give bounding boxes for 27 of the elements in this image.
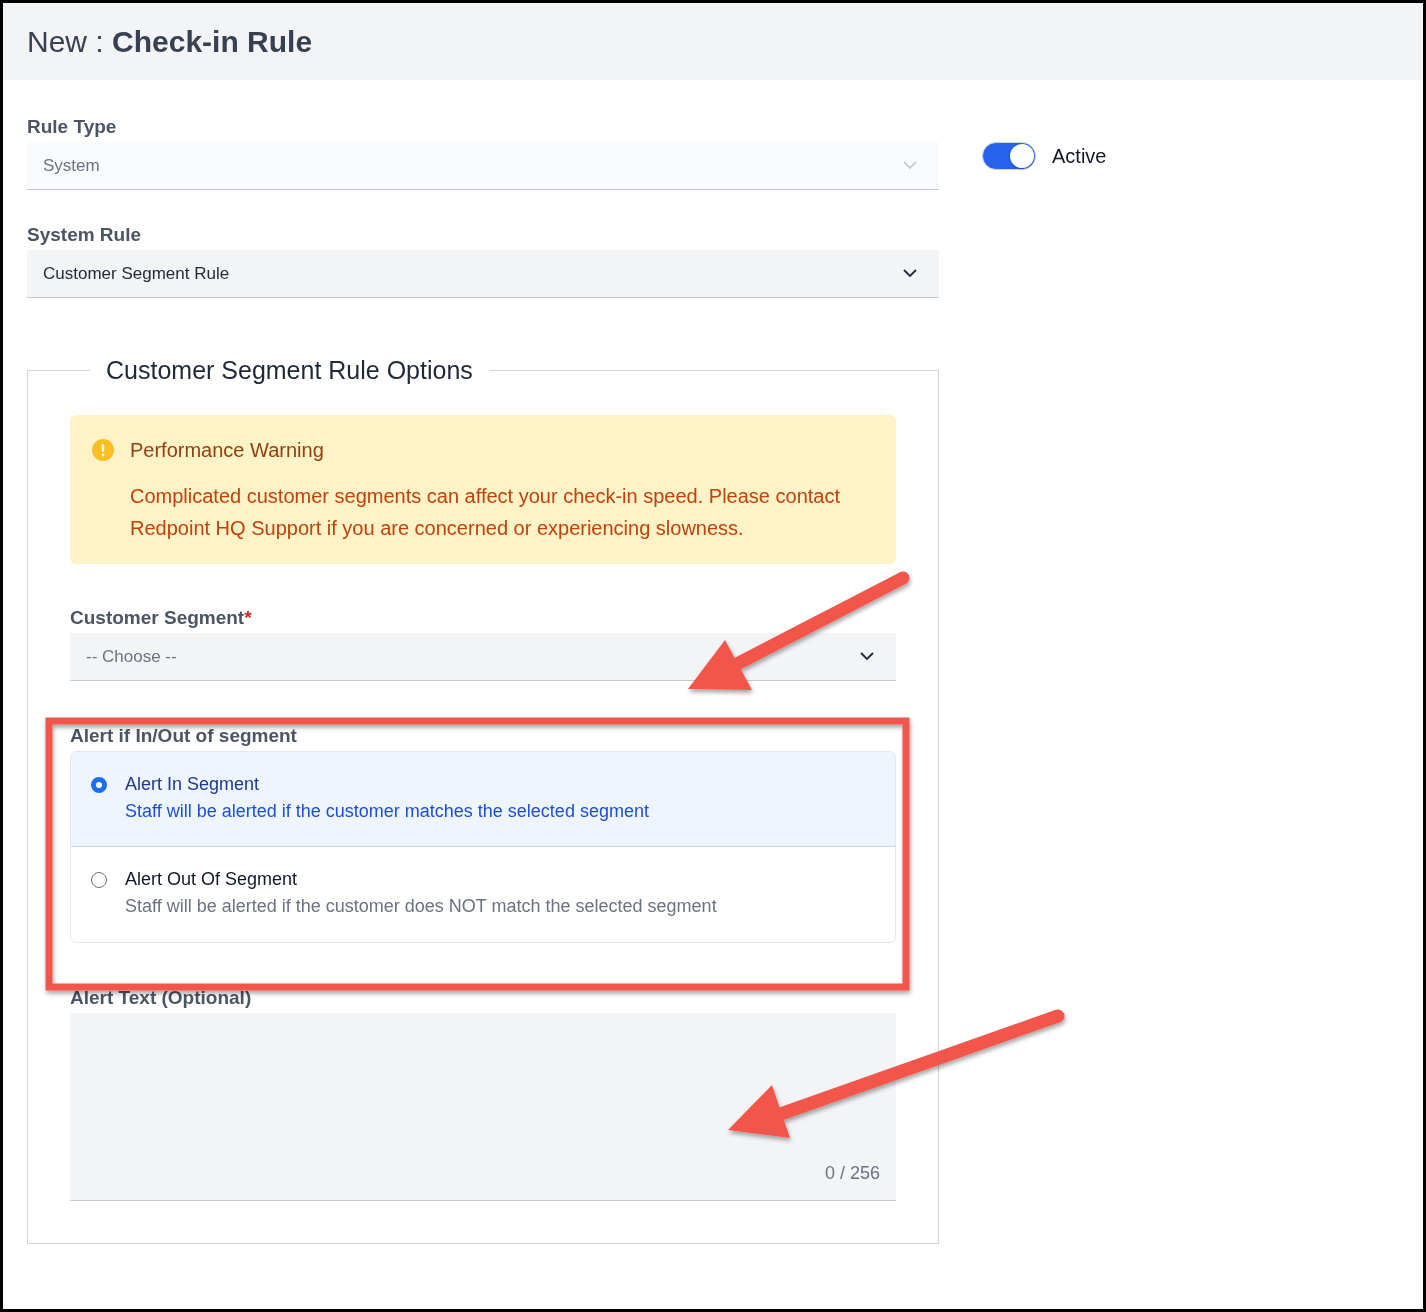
field-label: Customer Segment*	[70, 607, 252, 629]
exclamation-icon	[92, 439, 114, 461]
panel-legend: Customer Segment Rule Options	[90, 356, 489, 385]
chevron-down-icon	[903, 269, 917, 278]
select-field[interactable]: Customer Segment Rule	[27, 250, 939, 298]
toggle-switch[interactable]	[982, 142, 1036, 170]
character-counter: 0 / 256	[824, 1163, 880, 1184]
warning-title: Performance Warning	[130, 439, 325, 462]
warning-message: Complicated customer segments can affect your check-in speed. Please contact Redpoint HQ Support if you are concerned or experiencing slowness.	[130, 484, 841, 541]
radio-option[interactable]: Alert Out Of Segment Staff will be alerted if the customer does NOT match the selected segment	[71, 847, 895, 942]
field-label: Alert Text (Optional)	[70, 987, 252, 1009]
radio-button[interactable]	[91, 777, 107, 793]
chevron-down-icon	[860, 652, 874, 661]
field-label: Alert if In/Out of segment	[70, 725, 297, 747]
field-label: System Rule	[27, 224, 142, 246]
chevron-down-icon	[903, 161, 917, 170]
option-title: Alert Out Of Segment	[125, 869, 299, 890]
field-label: Rule Type	[27, 116, 117, 138]
radio-option[interactable]: Alert In Segment Staff will be alerted if the customer matches the selected segment	[71, 752, 895, 847]
select-field[interactable]: -- Choose --	[70, 633, 896, 681]
option-title: Alert In Segment	[125, 774, 261, 795]
text-area[interactable]: 0 / 256	[70, 1013, 896, 1201]
option-description: Staff will be alerted if the customer does NOT match the selected segment	[125, 896, 717, 917]
option-description: Staff will be alerted if the customer matches the selected segment	[125, 801, 649, 822]
radio-button[interactable]	[91, 872, 107, 888]
toggle-label: Active	[1052, 144, 1107, 168]
page-title: New : Check-in Rule	[27, 24, 313, 59]
